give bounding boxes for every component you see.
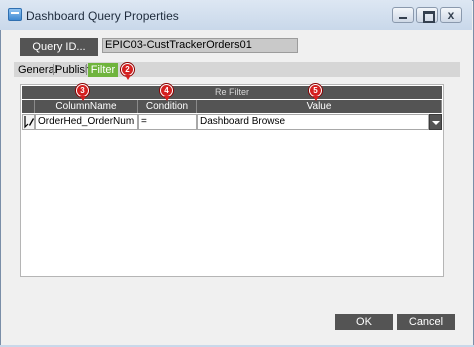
tab-filter[interactable]: Filter — [88, 63, 118, 77]
cancel-button[interactable]: Cancel — [397, 314, 455, 330]
maximize-button[interactable] — [416, 7, 438, 23]
column-header-condition[interactable]: Condition — [138, 100, 197, 113]
tab-divider — [86, 64, 87, 75]
window-title: Dashboard Query Properties — [26, 9, 179, 23]
dashboard-app-icon — [8, 8, 22, 21]
tab-general[interactable]: General — [18, 63, 57, 77]
pencil-edit-icon — [24, 116, 34, 129]
callout-badge-2: 2 — [121, 63, 134, 80]
callout-badge-5: 5 — [309, 84, 322, 101]
minimize-button[interactable] — [392, 7, 414, 23]
column-header-columnname[interactable]: ColumnName — [35, 100, 138, 113]
cell-condition[interactable]: = — [138, 114, 197, 130]
grid-corner-header — [22, 100, 35, 113]
close-icon: x — [447, 8, 455, 22]
value-dropdown-arrow-icon[interactable] — [429, 114, 442, 130]
query-id-field: EPIC03-CustTrackerOrders01 — [102, 38, 298, 53]
row-edit-indicator[interactable] — [22, 114, 35, 130]
callout-badge-4: 4 — [160, 84, 173, 101]
ok-button[interactable]: OK — [335, 314, 393, 330]
cell-value-select[interactable]: Dashboard Browse — [197, 114, 429, 130]
callout-badge-3: 3 — [76, 84, 89, 101]
query-id-button[interactable]: Query ID... — [20, 38, 98, 56]
close-button[interactable]: x — [440, 7, 462, 23]
cell-column-name[interactable]: OrderHed_OrderNum — [35, 114, 138, 130]
column-header-value[interactable]: Value — [197, 100, 442, 113]
tab-divider — [53, 64, 54, 75]
